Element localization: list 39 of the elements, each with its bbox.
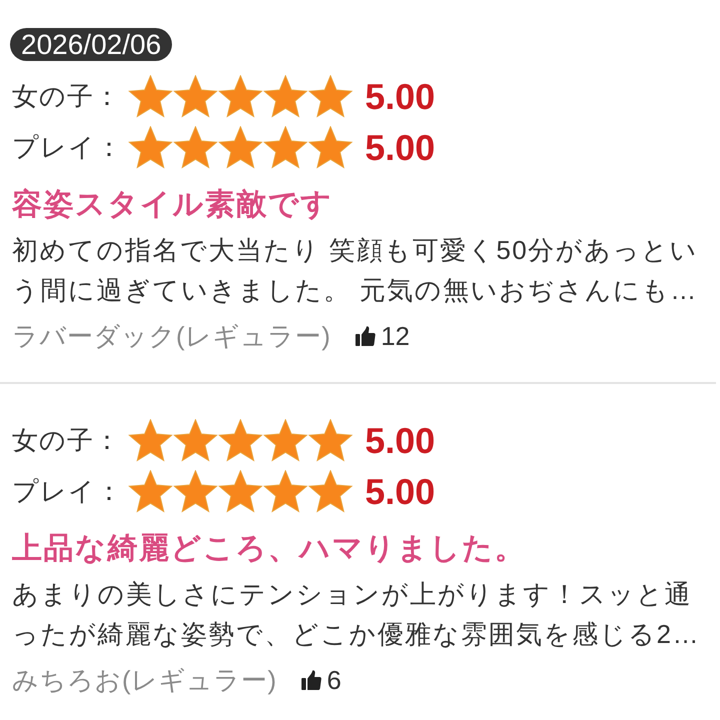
rating-label: プレイ：	[12, 475, 124, 508]
star-icon	[263, 470, 308, 513]
star-icon	[173, 470, 218, 513]
review-title: 上品な綺麗どころ、ハマりました。	[12, 531, 527, 567]
reviewer-name: ラバーダック(レギュラー)	[12, 320, 331, 352]
reviewer-name: みちろお(レギュラー)	[12, 664, 277, 696]
star-icon	[308, 419, 353, 462]
star-icon	[308, 470, 353, 513]
review-text: 初めての指名で大当たり 笑顔も可愛く50分があっという間に過ぎていきました。 元気の無いおぢさんにも…	[12, 234, 700, 307]
date-badge: 2026/02/06	[10, 28, 172, 61]
star-icon	[218, 75, 263, 118]
review-title: 容姿スタイル素敵です	[12, 187, 334, 223]
star-icon	[173, 75, 218, 118]
review-text: あまりの美しさにテンションが上がります！スッと通ったが綺麗な姿勢で、どこか優雅な雰囲気を感じる2…	[12, 578, 701, 651]
rating-score: 5.00	[365, 126, 436, 168]
star-icon	[128, 75, 173, 118]
rating-score: 5.00	[365, 76, 436, 118]
star-icon	[173, 419, 218, 462]
star-icon	[218, 419, 263, 462]
rating-label: プレイ：	[12, 131, 124, 164]
star-icon	[263, 126, 308, 169]
rating-score: 5.00	[365, 470, 436, 512]
star-icon	[218, 126, 263, 169]
rating-score: 5.00	[365, 420, 436, 462]
star-icon	[308, 126, 353, 169]
star-icon	[308, 75, 353, 118]
star-icon	[128, 419, 173, 462]
star-icon	[173, 126, 218, 169]
like-button[interactable]: 6	[300, 664, 342, 696]
rating-label: 女の子：	[12, 424, 122, 457]
like-button[interactable]: 12	[354, 320, 410, 352]
star-icon	[263, 75, 308, 118]
star-icon	[128, 126, 173, 169]
thumbs-up-icon	[354, 326, 376, 346]
rating-label: 女の子：	[12, 80, 122, 113]
thumbs-up-icon	[300, 670, 322, 690]
star-icon	[263, 419, 308, 462]
star-icon	[128, 470, 173, 513]
star-icon	[218, 470, 263, 513]
